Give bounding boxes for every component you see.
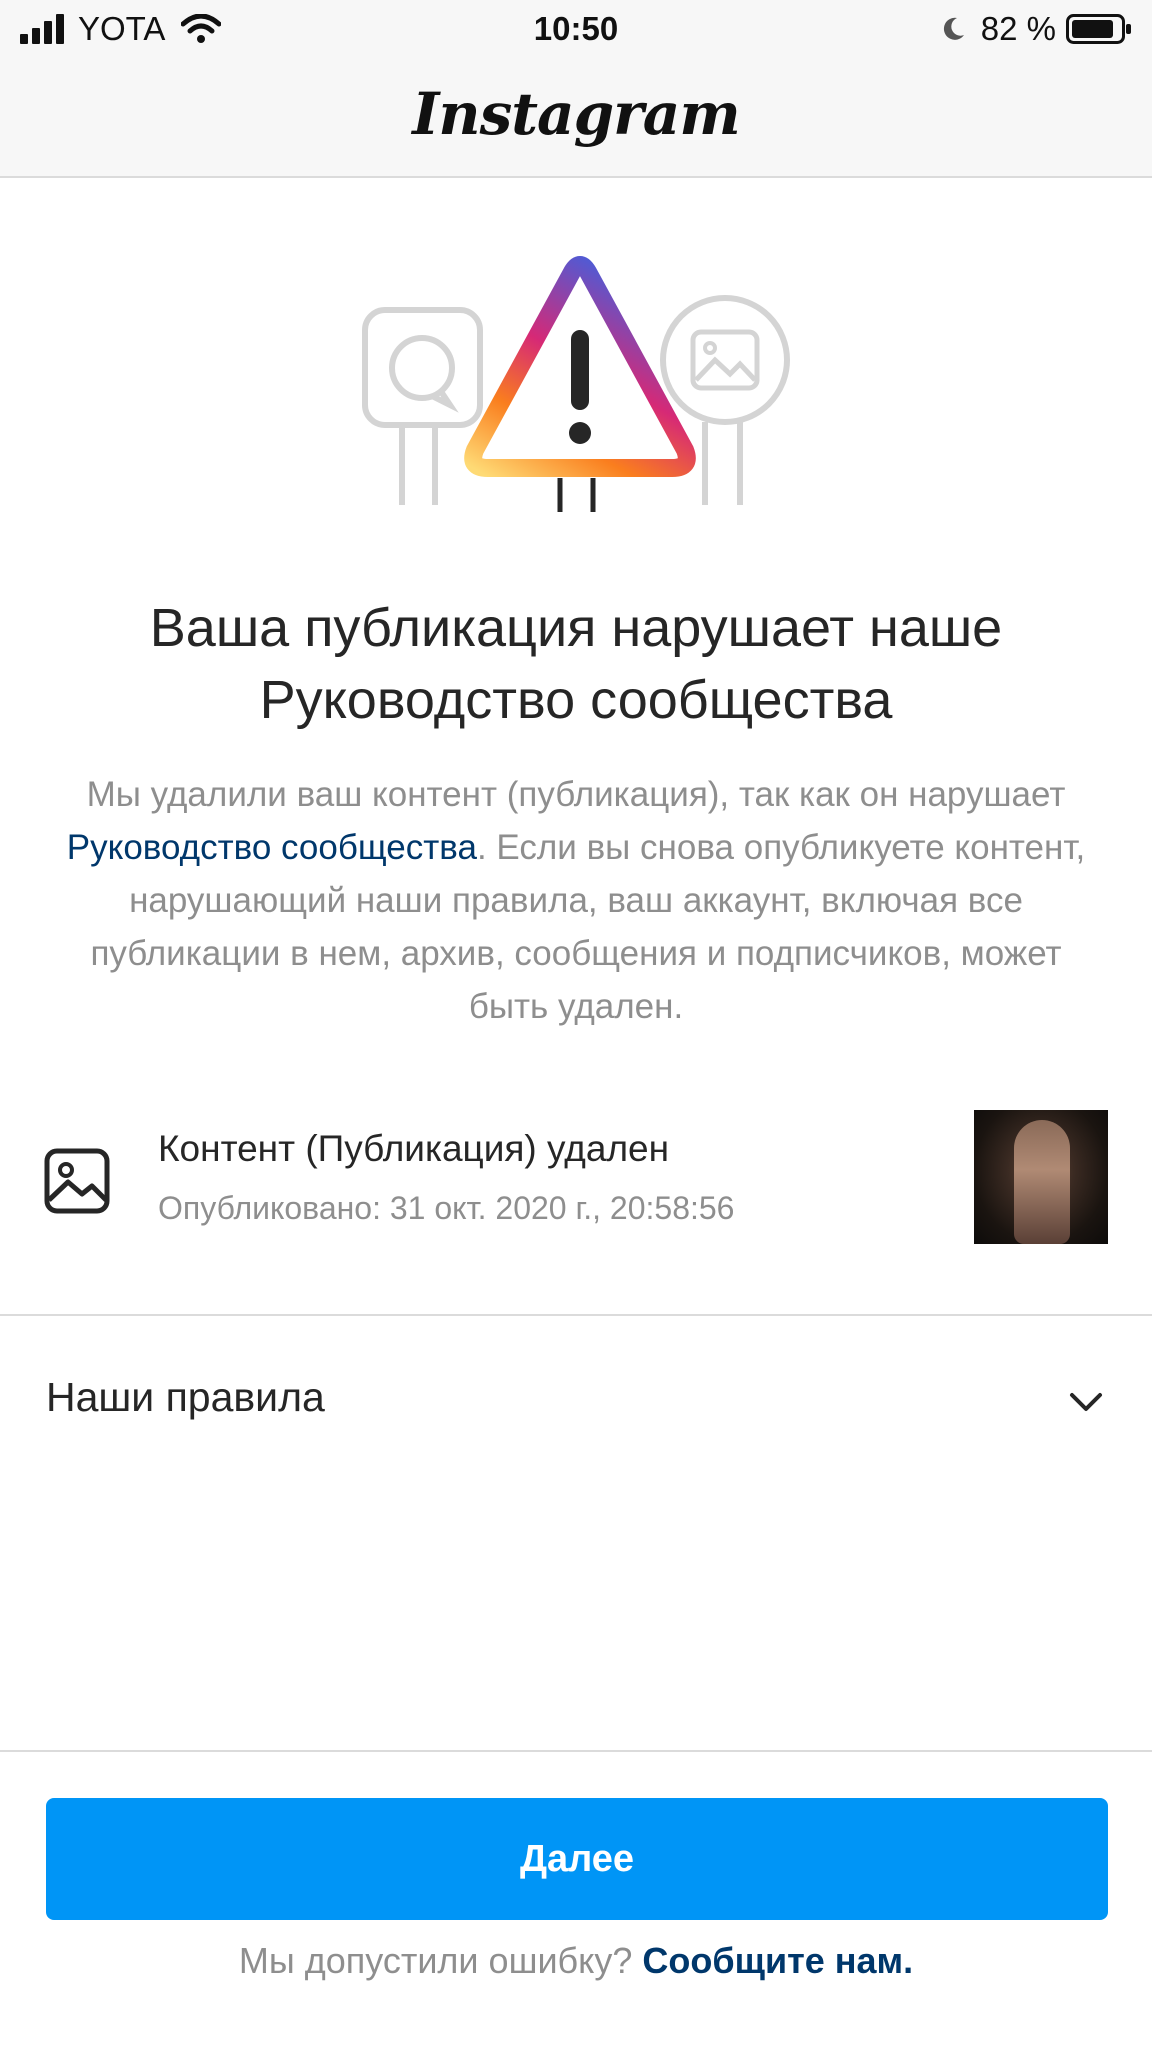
chevron-down-icon (1070, 1393, 1102, 1411)
divider (0, 1750, 1152, 1752)
moon-icon (943, 17, 964, 40)
page: YOTA 10:50 82 % Instagram Ваша публикаци… (0, 0, 1152, 2048)
our-rules-toggle[interactable]: Наши правила (0, 1360, 1152, 1440)
report-mistake: Мы допустили ошибку? Сообщите нам. (0, 1940, 1152, 1982)
description-text-start: Мы удалили ваш контент (публикация), так… (86, 775, 1066, 814)
photo-icon (44, 1148, 110, 1214)
instagram-logo: Instagram (412, 80, 740, 148)
post-thumbnail (974, 1110, 1108, 1244)
community-guidelines-link[interactable]: Руководство сообщества (67, 828, 477, 867)
page-title: Ваша публикация нарушает наше Руководств… (149, 598, 1003, 730)
report-link[interactable]: Сообщите нам. (642, 1940, 913, 1981)
next-button[interactable]: Далее (46, 1798, 1108, 1920)
app-header: Instagram (0, 60, 1152, 178)
mistake-question: Мы допустили ошибку? (238, 1940, 633, 1981)
status-bar-right: 82 % (939, 10, 1132, 48)
removed-content-title: Контент (Публикация) удален (158, 1128, 670, 1169)
published-date: Опубликовано: 31 окт. 2020 г., 20:58:56 (158, 1190, 735, 1226)
divider (0, 1314, 1152, 1316)
removed-content-item: Контент (Публикация) удален Опубликовано… (0, 1110, 1152, 1250)
battery-icon (1066, 14, 1131, 44)
warning-icon (362, 256, 790, 512)
violation-description: Мы удалили ваш контент (публикация), так… (50, 768, 1102, 1033)
battery-percentage: 82 % (980, 10, 1056, 47)
our-rules-label: Наши правила (46, 1374, 325, 1420)
status-bar: YOTA 10:50 82 % (0, 0, 1152, 60)
thumbnail-figure (1014, 1120, 1070, 1244)
